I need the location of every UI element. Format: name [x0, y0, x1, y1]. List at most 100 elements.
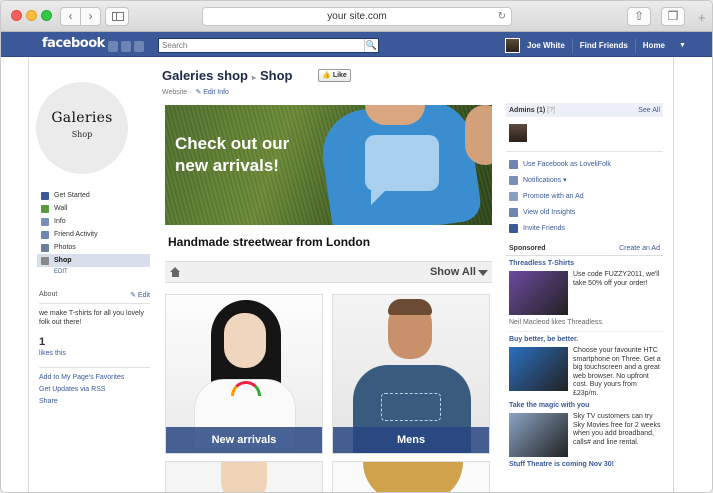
photos-icon	[41, 243, 49, 252]
ad-image[interactable]	[509, 413, 568, 457]
see-all-link[interactable]: See All	[638, 107, 660, 114]
banner-headline: Check out our new arrivals!	[175, 133, 289, 177]
ad-item[interactable]: Buy better, be better. Choose your favour…	[506, 336, 663, 398]
ad-item[interactable]: Stuff Theatre is coming Nov 30!	[506, 461, 663, 472]
nav-edit-link[interactable]: EDIT	[37, 267, 150, 278]
facebook-logo[interactable]: facebook	[42, 36, 105, 51]
product-tile[interactable]	[332, 461, 490, 492]
ad-title[interactable]: Buy better, be better.	[509, 336, 663, 347]
product-tile[interactable]	[165, 461, 323, 492]
admin-action-item[interactable]: Notifications ▾	[506, 172, 663, 188]
ad-title[interactable]: Threadless T-Shirts	[509, 260, 663, 271]
ad-body: Choose your favourite HTC smartphone on …	[509, 347, 663, 398]
page-subtitle: Website · ✎ Edit Info	[162, 88, 229, 96]
add-to-favorites-link[interactable]: Add to My Page's Favorites	[39, 372, 150, 384]
insights-icon	[509, 207, 518, 217]
account-menu-caret-icon[interactable]: ▼	[672, 42, 686, 49]
about-edit-link[interactable]: ✎ Edit	[130, 291, 150, 299]
messages-icon[interactable]	[121, 41, 131, 52]
admin-action-label: Use Facebook as LoveliFolk	[523, 160, 611, 168]
user-name-link[interactable]: Joe White	[520, 38, 573, 53]
ad-title[interactable]: Stuff Theatre is coming Nov 30!	[509, 461, 663, 472]
admin-action-item[interactable]: Use Facebook as LoveliFolk	[506, 156, 663, 172]
admin-action-item[interactable]: Promote with an Ad	[506, 188, 663, 204]
sidebar-item-friend-activity[interactable]: Friend Activity	[37, 228, 150, 241]
reload-icon[interactable]: ↻	[498, 8, 506, 25]
sidebar-item-shop[interactable]: Shop	[37, 254, 150, 267]
find-friends-link[interactable]: Find Friends	[573, 38, 636, 53]
ad-image[interactable]	[509, 347, 568, 391]
sidebar-item-get-started[interactable]: Get Started	[37, 189, 150, 202]
like-button[interactable]: 👍 Like	[318, 69, 351, 82]
edit-info-link[interactable]: ✎ Edit Info	[195, 89, 229, 96]
notifications-globe-icon[interactable]	[134, 41, 144, 52]
admin-avatar[interactable]	[509, 124, 527, 142]
page-category: Website ·	[162, 89, 192, 96]
sidebar-item-label: Info	[54, 218, 66, 225]
search-input[interactable]: Search 🔍	[158, 38, 379, 53]
chevron-down-icon[interactable]	[478, 270, 488, 276]
admins-header: Admins (1) [?] See All	[506, 103, 663, 117]
admin-action-label: View old Insights	[523, 208, 576, 216]
model-hair-image	[363, 462, 463, 492]
invite-icon	[509, 223, 518, 233]
swap-icon	[509, 159, 518, 169]
admin-action-item[interactable]: Invite Friends	[506, 220, 663, 236]
address-bar[interactable]: your site.com ↻	[202, 7, 512, 26]
create-ad-link[interactable]: Create an Ad	[619, 245, 660, 252]
ad-text: Sky TV customers can try Sky Movies free…	[573, 413, 661, 446]
bicycle-print-image	[381, 393, 441, 421]
tile-label[interactable]: New arrivals	[166, 427, 322, 453]
product-tile-mens[interactable]: Mens	[332, 294, 490, 454]
sponsored-title: Sponsored	[509, 245, 546, 252]
promo-banner[interactable]: Check out our new arrivals!	[165, 105, 492, 225]
share-button[interactable]: ⇧	[627, 7, 651, 26]
likes-label[interactable]: likes this	[39, 350, 66, 357]
minimize-window-button[interactable]	[26, 10, 37, 21]
zoom-window-button[interactable]	[41, 10, 52, 21]
ad-item[interactable]: Threadless T-Shirts Use code FUZZY2011, w…	[506, 260, 663, 332]
admin-action-label: Notifications ▾	[523, 177, 567, 184]
avatar[interactable]	[505, 38, 520, 53]
home-link[interactable]: Home	[636, 39, 672, 53]
sidebar-item-info[interactable]: Info	[37, 215, 150, 228]
sidebar-item-wall[interactable]: Wall	[37, 202, 150, 215]
notifications-icon	[509, 175, 518, 185]
home-icon[interactable]	[170, 267, 181, 277]
product-tile-new-arrivals[interactable]: New arrivals	[165, 294, 323, 454]
likes-count: 1	[39, 336, 46, 348]
ad-item[interactable]: Take the magic with you Sky TV customers …	[506, 402, 663, 457]
profile-picture[interactable]: Galeries Shop	[36, 82, 128, 174]
notification-jewels	[108, 39, 147, 57]
admin-action-item[interactable]: View old Insights	[506, 204, 663, 220]
admins-title: Admins (1)	[509, 106, 546, 114]
page-title: Galeries shop ▸ Shop	[162, 68, 293, 83]
back-button[interactable]: ‹	[60, 7, 81, 26]
show-tabs-button[interactable]: ❐	[661, 7, 685, 26]
new-tab-button[interactable]: +	[698, 11, 712, 26]
sidebar-item-photos[interactable]: Photos	[37, 241, 150, 254]
share-link[interactable]: Share	[39, 396, 150, 408]
rss-link[interactable]: Get Updates via RSS	[39, 384, 150, 396]
friend-requests-icon[interactable]	[108, 41, 118, 52]
info-icon	[41, 217, 49, 226]
sidebar-toggle-button[interactable]	[105, 7, 129, 26]
page-name-link[interactable]: Galeries shop	[162, 68, 248, 83]
promote-icon	[509, 191, 518, 201]
ad-image[interactable]	[509, 271, 568, 315]
sidebar-item-label: Wall	[54, 205, 68, 212]
admins-help-link[interactable]: [?]	[547, 107, 555, 114]
search-placeholder: Search	[162, 41, 188, 50]
search-icon[interactable]: 🔍	[364, 39, 378, 52]
model-face-image	[221, 462, 267, 492]
friend-activity-icon	[41, 230, 49, 239]
tile-label[interactable]: Mens	[333, 427, 489, 453]
shop-toolbar: Show All	[165, 261, 492, 283]
close-window-button[interactable]	[11, 10, 22, 21]
admin-actions: Use Facebook as LoveliFolk Notifications …	[506, 151, 663, 236]
user-nav: Joe White Find Friends Home ▼	[505, 37, 686, 54]
sidebar-icon	[112, 12, 124, 21]
ad-title[interactable]: Take the magic with you	[509, 402, 663, 413]
forward-button[interactable]: ›	[80, 7, 101, 26]
show-all-dropdown[interactable]: Show All	[430, 266, 476, 278]
